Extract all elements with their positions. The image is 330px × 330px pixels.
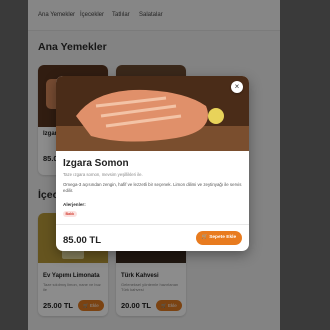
modal-footer: 85.00 TL 🛒 Sepete Ekle bbox=[56, 224, 249, 251]
modal-price: 85.00 TL bbox=[63, 235, 102, 246]
modal-title: Izgara Somon bbox=[63, 158, 129, 169]
modal-subtitle: Taze ızgara somon, mevsim yeşillikleri i… bbox=[63, 172, 143, 177]
salmon-dish-image bbox=[56, 76, 249, 151]
add-to-cart-button[interactable]: 🛒 Sepete Ekle bbox=[196, 231, 242, 245]
add-to-cart-label: Sepete Ekle bbox=[209, 235, 237, 240]
allergen-badge: Balık bbox=[63, 211, 77, 217]
close-icon[interactable]: × bbox=[231, 81, 243, 93]
cart-icon: 🛒 bbox=[201, 235, 208, 240]
product-detail-modal: × Izgara Somon Taze ızgara somon, mevsim… bbox=[56, 76, 249, 251]
modal-description: Omega-3 açısından zengin, hafif ve lezze… bbox=[63, 182, 242, 193]
allergens-label: Alerjenler: bbox=[63, 202, 86, 207]
